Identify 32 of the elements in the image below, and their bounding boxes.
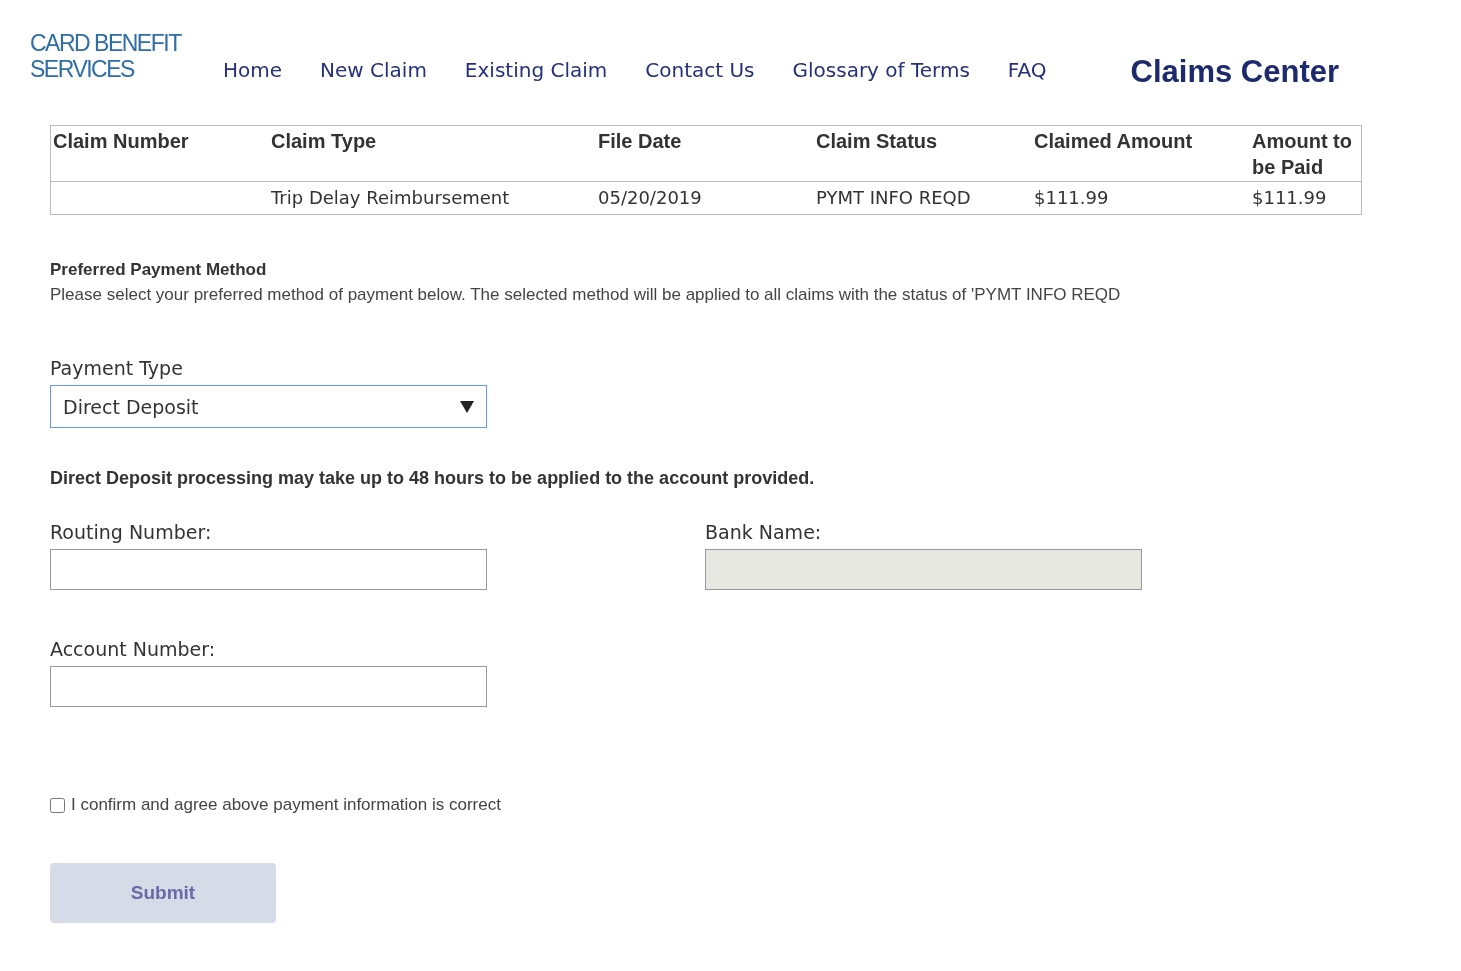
field-label: Payment Type <box>50 357 184 379</box>
confirm-checkbox[interactable] <box>50 797 65 813</box>
caret-icon <box>460 400 474 413</box>
column-header: Claim Status <box>814 126 1032 182</box>
table-cell-text: $111.99 <box>1033 186 1110 210</box>
table-cell-text: 05/20/2019 <box>597 186 703 210</box>
input-field[interactable] <box>50 549 487 590</box>
column-header: Claim Type <box>269 126 596 182</box>
nav-link[interactable]: New Claim <box>320 58 427 82</box>
column-header: File Date <box>596 126 814 182</box>
payment-type-select[interactable]: Direct Deposit <box>50 385 487 428</box>
page-title: Claims Center <box>1130 54 1340 90</box>
nav-link[interactable]: FAQ <box>1007 58 1047 82</box>
section-description: Please select your preferred method of payment below. The selected method will be applied to all claims with the status of 'PYMT INFO REQD <box>50 285 1122 305</box>
logo: CARD BENEFIT SERVICES <box>30 30 183 82</box>
input-field[interactable] <box>50 666 487 707</box>
section-heading: Preferred Payment Method <box>50 260 268 280</box>
nav-link[interactable]: Existing Claim <box>464 58 608 82</box>
field-label: Routing Number: <box>50 521 213 543</box>
nav-link[interactable]: Glossary of Terms <box>792 58 970 82</box>
table-cell-text: $111.99 <box>1251 186 1328 210</box>
nav-link[interactable]: Home <box>223 58 283 82</box>
table-cell-text: Trip Delay Reimbursement <box>270 186 511 210</box>
column-header: Amount to be Paid <box>1250 126 1361 182</box>
field-label: Account Number: <box>50 638 217 660</box>
column-header: Claim Number <box>51 126 269 182</box>
column-header: Claimed Amount <box>1032 126 1250 182</box>
notice-text: Direct Deposit processing may take up to 48 hours to be applied to the account provided. <box>50 468 816 489</box>
field-label: Bank Name: <box>705 521 823 543</box>
checkbox-label: I confirm and agree above payment information is correct <box>71 795 501 815</box>
nav-link[interactable]: Contact Us <box>645 58 755 82</box>
table-cell-text: PYMT INFO REQD <box>815 186 972 210</box>
